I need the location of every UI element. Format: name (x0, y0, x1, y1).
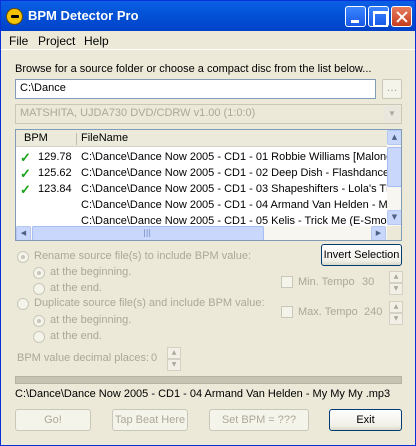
min-tempo-spinner[interactable]: ▲ ▼ (389, 271, 403, 295)
minimize-button[interactable] (345, 6, 366, 27)
menu-project[interactable]: Project (38, 34, 75, 48)
file-list[interactable]: BPM FileName ✓ 129.78 C:\Dance\Dance Now… (15, 129, 402, 241)
drive-select[interactable]: MATSHITA, UJDA730 DVD/CDRW v1.00 (1:0:0)… (15, 104, 402, 124)
bpm-value: 125.62 (38, 167, 72, 179)
horizontal-scroll-thumb[interactable] (32, 226, 264, 240)
go-button[interactable]: Go! (15, 409, 91, 431)
rename-label: Rename source file(s) to include BPM val… (34, 250, 252, 262)
app-window: BPM Detector Pro File Project Help Brows… (0, 0, 416, 446)
min-tempo-value[interactable]: 30 (362, 276, 374, 288)
drive-select-value: MATSHITA, UJDA730 DVD/CDRW v1.00 (1:0:0) (20, 107, 256, 119)
decimal-places-spinner[interactable]: ▲ ▼ (167, 347, 181, 371)
file-name: C:\Dance\Dance Now 2005 - CD1 - 04 Arman… (81, 199, 388, 211)
status-current-file: C:\Dance\Dance Now 2005 - CD1 - 04 Arman… (15, 388, 391, 400)
list-item[interactable]: ✓ 129.78 C:\Dance\Dance Now 2005 - CD1 -… (16, 150, 392, 166)
browse-button[interactable]: ... (382, 79, 402, 99)
file-name: C:\Dance\Dance Now 2005 - CD1 - 02 Deep … (81, 167, 390, 179)
title-bar[interactable]: BPM Detector Pro (1, 1, 415, 31)
chevron-down-icon[interactable]: ▼ (384, 106, 400, 122)
checkmark-icon: ✓ (20, 182, 31, 197)
scroll-corner (387, 226, 401, 240)
spin-up-icon[interactable]: ▲ (389, 271, 403, 283)
max-tempo-spinner[interactable]: ▲ ▼ (389, 301, 403, 325)
menu-help[interactable]: Help (84, 34, 109, 48)
exit-button[interactable]: Exit (329, 409, 402, 431)
max-tempo-checkbox[interactable] (281, 306, 293, 318)
scroll-down-icon[interactable]: ▼ (387, 210, 401, 225)
vertical-scrollbar[interactable]: ▲ ▼ (387, 130, 401, 226)
vertical-scroll-thumb[interactable] (387, 147, 401, 187)
window-title: BPM Detector Pro (28, 8, 139, 23)
browse-label: Browse for a source folder or choose a c… (15, 63, 372, 75)
rename-radio[interactable] (17, 251, 29, 263)
scroll-right-icon[interactable]: ▶ (371, 226, 386, 240)
invert-selection-button[interactable]: Invert Selection (321, 244, 402, 266)
source-folder-input[interactable]: C:\Dance (15, 79, 376, 99)
column-header-filename[interactable]: FileName (81, 132, 128, 144)
duplicate-beginning-label: at the beginning. (50, 314, 132, 326)
max-tempo-value[interactable]: 240 (364, 306, 382, 318)
set-bpm-button[interactable]: Set BPM = ??? (209, 409, 309, 431)
menu-bar: File Project Help (1, 31, 415, 50)
tap-beat-button[interactable]: Tap Beat Here (112, 409, 188, 431)
list-item[interactable]: C:\Dance\Dance Now 2005 - CD1 - 04 Arman… (16, 198, 388, 214)
duplicate-end-radio[interactable] (33, 331, 45, 343)
spin-down-icon[interactable]: ▼ (167, 359, 181, 371)
file-name: C:\Dance\Dance Now 2005 - CD1 - 03 Shape… (81, 183, 393, 195)
bpm-value: 123.84 (38, 183, 72, 195)
spin-up-icon[interactable]: ▲ (389, 301, 403, 313)
list-item[interactable]: C:\Dance\Dance Now 2005 - CD1 - 05 Kelis… (16, 214, 387, 226)
rename-end-radio[interactable] (33, 283, 45, 295)
checkmark-icon: ✓ (20, 166, 31, 181)
scroll-left-icon[interactable]: ◀ (16, 226, 31, 240)
decimal-places-label: BPM value decimal places: (17, 352, 150, 364)
app-icon (6, 8, 23, 25)
bpm-value: 129.78 (38, 151, 72, 163)
list-item[interactable]: ✓ 123.84 C:\Dance\Dance Now 2005 - CD1 -… (16, 182, 392, 198)
duplicate-radio[interactable] (17, 298, 29, 310)
duplicate-label: Duplicate source file(s) and include BPM… (34, 297, 265, 309)
rename-end-label: at the end. (50, 282, 102, 294)
spin-up-icon[interactable]: ▲ (167, 347, 181, 359)
rename-beginning-label: at the beginning. (50, 266, 132, 278)
progress-bar (15, 376, 402, 384)
maximize-button[interactable] (368, 6, 389, 27)
min-tempo-checkbox[interactable] (281, 276, 293, 288)
scroll-up-icon[interactable]: ▲ (387, 130, 401, 145)
min-tempo-label: Min. Tempo (298, 276, 355, 288)
horizontal-scrollbar[interactable]: ◀ ▶ (16, 226, 387, 240)
list-item[interactable]: ✓ 125.62 C:\Dance\Dance Now 2005 - CD1 -… (16, 166, 390, 182)
checkmark-icon: ✓ (20, 150, 31, 165)
file-name: C:\Dance\Dance Now 2005 - CD1 - 05 Kelis… (81, 215, 387, 226)
spin-down-icon[interactable]: ▼ (389, 313, 403, 325)
duplicate-end-label: at the end. (50, 330, 102, 342)
rename-beginning-radio[interactable] (33, 267, 45, 279)
spin-down-icon[interactable]: ▼ (389, 283, 403, 295)
max-tempo-label: Max. Tempo (298, 306, 358, 318)
file-name: C:\Dance\Dance Now 2005 - CD1 - 01 Robbi… (81, 151, 393, 163)
decimal-places-value[interactable]: 0 (151, 352, 157, 364)
duplicate-beginning-radio[interactable] (33, 315, 45, 327)
column-divider[interactable] (76, 133, 77, 145)
list-header: BPM FileName (16, 130, 387, 147)
menu-file[interactable]: File (9, 34, 28, 48)
column-header-bpm[interactable]: BPM (24, 132, 48, 144)
close-button[interactable] (391, 6, 412, 27)
